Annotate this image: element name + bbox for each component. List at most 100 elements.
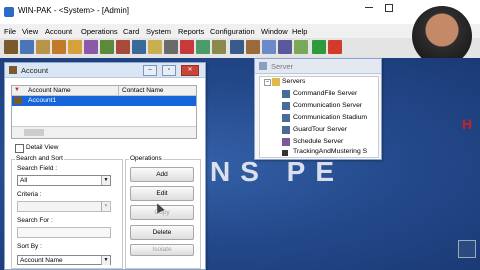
account-window-titlebar[interactable]: Account – ▫ ✕ xyxy=(5,63,205,78)
schedule-icon xyxy=(282,138,290,146)
sort-by-label: Sort By : xyxy=(17,243,42,250)
camera-icon[interactable] xyxy=(132,40,146,54)
resize-grip-icon xyxy=(458,240,476,258)
tree-item-servers[interactable]: Servers xyxy=(282,78,305,85)
server-window-title: Server xyxy=(271,62,294,71)
server-tree: – Servers CommandFile Server Communicati… xyxy=(259,76,379,158)
export-icon[interactable] xyxy=(246,40,260,54)
server-icon xyxy=(282,102,290,110)
detail-view-checkbox[interactable] xyxy=(15,144,24,153)
menu-configuration[interactable]: Configuration xyxy=(210,27,255,36)
server-icon xyxy=(282,90,290,98)
gear-icon[interactable] xyxy=(278,40,292,54)
chevron-down-icon: ▼ xyxy=(101,202,110,211)
sort-by-value: Account Name xyxy=(20,257,63,264)
alarm-icon[interactable] xyxy=(148,40,162,54)
sort-arrow-icon: ▼ xyxy=(14,87,20,93)
map-icon[interactable] xyxy=(212,40,226,54)
import-icon[interactable] xyxy=(262,40,276,54)
menu-window[interactable]: Window xyxy=(261,27,288,36)
criteria-label: Criteria : xyxy=(17,191,42,198)
sort-by-select[interactable]: Account Name ▼ xyxy=(17,255,111,265)
table-row[interactable]: Account1 xyxy=(12,96,196,106)
search-field-select[interactable]: All ▼ xyxy=(17,175,111,186)
tree-item-guardtour[interactable]: GuardTour Server xyxy=(293,126,347,133)
menu-operations[interactable]: Operations xyxy=(81,27,118,36)
server-window-icon xyxy=(259,62,267,70)
menu-account[interactable]: Account xyxy=(45,27,72,36)
add-button[interactable]: Add xyxy=(130,167,194,182)
menu-card[interactable]: Card xyxy=(123,27,139,36)
account-icon[interactable] xyxy=(4,40,18,54)
panel-icon[interactable] xyxy=(196,40,210,54)
app-title-bar: WIN-PAK - <System> - [Admin] xyxy=(0,0,480,24)
chevron-down-icon: ▼ xyxy=(101,256,110,265)
account-window: Account – ▫ ✕ ▼ Account Name Contact Nam… xyxy=(4,62,206,270)
search-field-value: All xyxy=(20,177,28,184)
app-logo-icon xyxy=(4,7,14,17)
flag-icon[interactable] xyxy=(180,40,194,54)
server-icon xyxy=(282,126,290,134)
search-for-input[interactable] xyxy=(17,227,111,238)
detail-view-label: Detail View xyxy=(26,144,59,151)
toolbar xyxy=(0,38,480,59)
stop-icon[interactable] xyxy=(328,40,342,54)
server-window: Server – Servers CommandFile Server Comm… xyxy=(254,58,382,160)
webcam-overlay xyxy=(412,6,472,66)
search-icon[interactable] xyxy=(52,40,66,54)
graph-icon[interactable] xyxy=(294,40,308,54)
delete-button[interactable]: Delete xyxy=(130,225,194,240)
horizontal-scrollbar[interactable] xyxy=(12,126,196,138)
search-field-label: Search Field : xyxy=(17,165,58,172)
menu-bar: File View Account Operations Card System… xyxy=(0,24,480,38)
account-grid: ▼ Account Name Contact Name Account1 xyxy=(11,85,197,139)
chevron-down-icon: ▼ xyxy=(101,176,110,185)
menu-view[interactable]: View xyxy=(22,27,38,36)
account-window-title: Account xyxy=(21,66,49,75)
account-grid-header: ▼ Account Name Contact Name xyxy=(12,86,196,96)
account-close-button[interactable]: ✕ xyxy=(181,65,199,76)
schedule-icon[interactable] xyxy=(116,40,130,54)
server-window-titlebar[interactable]: Server xyxy=(255,59,381,74)
brand-logo: H xyxy=(462,116,473,132)
ok-icon[interactable] xyxy=(312,40,326,54)
tree-item-schedule[interactable]: Schedule Server xyxy=(293,138,343,145)
badge-icon[interactable] xyxy=(84,40,98,54)
tracking-icon xyxy=(282,150,288,156)
search-sort-label: Search and Sort xyxy=(15,155,64,162)
search-for-label: Search For : xyxy=(17,217,53,224)
menu-system[interactable]: System xyxy=(146,27,171,36)
account-minimize-button[interactable]: – xyxy=(143,65,157,76)
tree-item-commandfile[interactable]: CommandFile Server xyxy=(293,90,357,97)
menu-file[interactable]: File xyxy=(4,27,16,36)
account-row-icon xyxy=(14,97,22,104)
menu-reports[interactable]: Reports xyxy=(178,27,204,36)
column-contact-name[interactable]: Contact Name xyxy=(122,87,164,94)
minimize-icon[interactable] xyxy=(365,7,373,8)
menu-help[interactable]: Help xyxy=(292,27,307,36)
account-name-cell: Account1 xyxy=(28,97,57,104)
lock-icon[interactable] xyxy=(230,40,244,54)
isolate-button[interactable]: Isolate xyxy=(130,244,194,256)
collapse-icon[interactable]: – xyxy=(264,79,271,86)
edit-button[interactable]: Edit xyxy=(130,186,194,201)
door-icon[interactable] xyxy=(100,40,114,54)
operator-icon[interactable] xyxy=(20,40,34,54)
server-icon xyxy=(282,114,290,122)
criteria-select[interactable]: ▼ xyxy=(17,201,111,212)
card-icon[interactable] xyxy=(36,40,50,54)
column-divider xyxy=(118,86,119,95)
column-account-name[interactable]: Account Name xyxy=(28,87,71,94)
account-restore-button[interactable]: ▫ xyxy=(162,65,176,76)
tree-item-communication-stadium[interactable]: Communication Stadium xyxy=(293,114,367,121)
workspace-background-text: NS PE xyxy=(210,156,345,187)
scrollbar-thumb[interactable] xyxy=(24,129,44,136)
account-window-icon xyxy=(9,66,17,74)
tree-item-communication[interactable]: Communication Server xyxy=(293,102,362,109)
tree-item-tracking[interactable]: TrackingAndMustering S xyxy=(293,148,367,155)
folder-icon xyxy=(272,78,280,86)
operations-label: Operations xyxy=(129,155,163,162)
maximize-icon[interactable] xyxy=(385,4,393,12)
user-icon[interactable] xyxy=(68,40,82,54)
report-icon[interactable] xyxy=(164,40,178,54)
